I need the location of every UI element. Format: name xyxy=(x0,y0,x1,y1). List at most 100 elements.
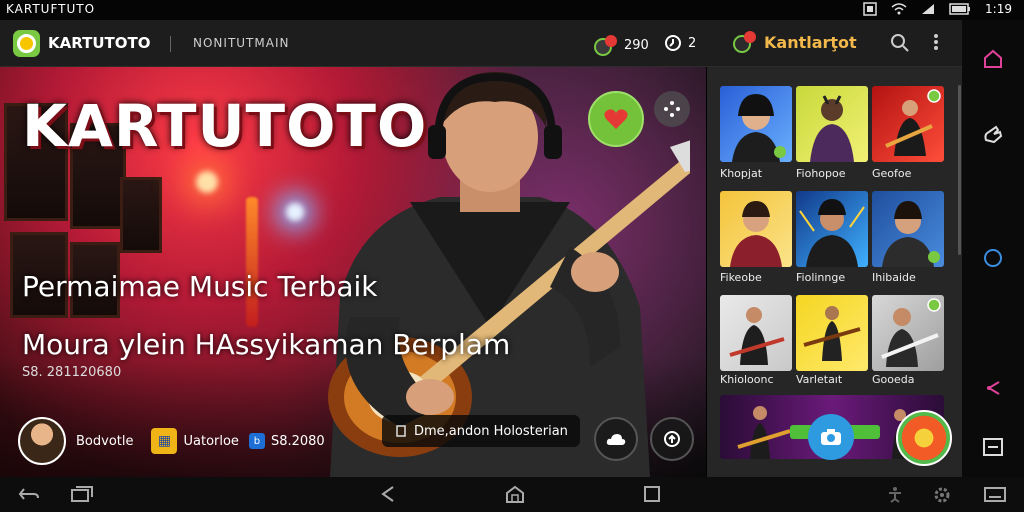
price-tag[interactable]: b S8.2080 xyxy=(248,433,325,449)
coins-counter[interactable]: 290 xyxy=(594,34,649,56)
coin-icon xyxy=(594,35,617,56)
keyboard-icon xyxy=(984,487,1006,502)
app-subtitle: NONITUTMAIN xyxy=(193,36,290,50)
app-title: KARTUTOTO xyxy=(48,34,151,52)
hand-icon xyxy=(984,125,1003,144)
search-icon xyxy=(891,34,909,52)
tile-6-thumbnail xyxy=(882,201,940,267)
home-nav-button[interactable] xyxy=(982,48,1004,70)
brand-badge-icon xyxy=(733,31,756,53)
tile-9-label: Gooeda xyxy=(872,373,915,386)
clock-counter[interactable]: 2 xyxy=(664,34,696,52)
price-label: S8.2080 xyxy=(270,433,325,449)
profile-row[interactable]: Bodvotle ▦ Uatorloe b S8.2080 xyxy=(18,417,325,465)
more-vert-icon xyxy=(934,34,938,50)
recents-button[interactable] xyxy=(70,485,94,503)
tile-1[interactable] xyxy=(720,86,792,162)
camera-fab[interactable] xyxy=(808,414,854,460)
toast-text: Dme,andon Holosterian xyxy=(414,423,568,439)
category-icon: ▦ xyxy=(151,428,178,454)
timer-count: 2 xyxy=(688,35,697,51)
gear-icon xyxy=(934,487,950,503)
nav-home-button[interactable] xyxy=(505,485,525,503)
tile-2-thumbnail xyxy=(810,95,854,162)
tile-5-thumbnail xyxy=(799,199,865,267)
tile-4-thumbnail xyxy=(730,201,782,267)
wifi-icon xyxy=(891,3,907,15)
tile-9[interactable] xyxy=(872,295,944,371)
tile-1-thumbnail xyxy=(732,94,786,162)
timer-icon xyxy=(665,35,681,51)
gesture-nav-button[interactable] xyxy=(982,124,1004,146)
profile-name: Bodvotle xyxy=(76,433,134,449)
share-icon xyxy=(664,431,680,447)
hero-code: S8. 281120680 xyxy=(22,365,122,380)
nav-back-button[interactable] xyxy=(380,485,396,503)
tile-8[interactable] xyxy=(796,295,868,371)
triangle-back-icon xyxy=(381,486,394,502)
tile-4[interactable] xyxy=(720,191,792,267)
share-button[interactable] xyxy=(650,417,694,461)
nav-recents-button[interactable] xyxy=(643,485,661,503)
tile-8-thumbnail xyxy=(803,306,861,361)
hero-subtitle: Permaimae Music Terbaik xyxy=(22,270,378,303)
tile-3-thumbnail xyxy=(885,89,941,156)
keyboard-button[interactable] xyxy=(984,485,1006,503)
tile-4-label: Fikeobe xyxy=(720,271,762,284)
system-nav-bar xyxy=(0,477,1024,512)
house-icon xyxy=(506,485,524,503)
dots-grid-icon xyxy=(664,101,680,117)
menu-nav-button[interactable] xyxy=(983,438,1003,456)
category-tag[interactable]: ▦ Uatorloe xyxy=(151,428,239,454)
app-logo-icon[interactable] xyxy=(13,30,40,57)
signal-icon xyxy=(922,4,935,14)
back-nav-button[interactable] xyxy=(983,378,1003,398)
search-button[interactable] xyxy=(890,33,910,53)
category-label: Uatorloe xyxy=(183,433,239,449)
accessibility-button[interactable] xyxy=(886,485,904,503)
hero-title: KARTUTOTO xyxy=(22,92,428,160)
more-menu-button[interactable] xyxy=(932,32,940,52)
appbar-divider xyxy=(170,36,171,52)
tile-1-label: Khopjat xyxy=(720,167,763,180)
tile-7[interactable] xyxy=(720,295,792,371)
avatar[interactable] xyxy=(18,417,66,465)
home-icon xyxy=(984,49,1002,68)
person-icon xyxy=(889,487,901,503)
panel-scrollbar[interactable] xyxy=(958,85,961,255)
heart-icon xyxy=(604,109,628,129)
tile-6[interactable] xyxy=(872,191,944,267)
square-icon xyxy=(644,486,660,502)
tile-8-label: Varletaıt xyxy=(796,373,843,386)
tile-2-label: Fiohopoe xyxy=(796,167,846,180)
battery-icon xyxy=(949,3,971,15)
circle-nav-button[interactable] xyxy=(983,248,1003,268)
settings-button[interactable] xyxy=(932,485,952,505)
screenshot-icon xyxy=(863,2,877,16)
cloud-button[interactable] xyxy=(594,417,638,461)
options-button[interactable] xyxy=(654,91,690,127)
tile-2[interactable] xyxy=(796,86,868,162)
brand-link[interactable]: Kantlarţot xyxy=(732,30,857,54)
cloud-icon xyxy=(606,434,626,445)
back-arrow-icon xyxy=(987,381,1000,395)
back-button[interactable] xyxy=(18,485,40,503)
price-icon: b xyxy=(248,433,265,449)
camera-icon xyxy=(821,429,841,445)
tile-5[interactable] xyxy=(796,191,868,267)
hero-banner[interactable]: KARTUTOTO Permaimae Music Terbaik Moura … xyxy=(0,67,706,477)
coins-count: 290 xyxy=(624,37,649,53)
status-time: 1:19 xyxy=(985,2,1012,16)
notification-toast[interactable]: Dme,andon Holosterian xyxy=(382,415,580,447)
undo-icon xyxy=(18,488,39,500)
system-nav-rail xyxy=(962,20,1024,477)
tile-3[interactable] xyxy=(872,86,944,162)
hero-tagline: Moura ylein HAssyikaman Berplam xyxy=(22,328,511,361)
circle-icon xyxy=(984,249,1002,267)
like-button[interactable] xyxy=(588,91,644,147)
game-fab[interactable] xyxy=(896,410,952,466)
menu-box-icon xyxy=(983,438,1003,456)
brand-name: Kantlarţot xyxy=(764,32,857,52)
status-bar: KARTUFTUTO 1:19 xyxy=(0,0,1024,20)
tile-9-thumbnail xyxy=(881,298,941,367)
